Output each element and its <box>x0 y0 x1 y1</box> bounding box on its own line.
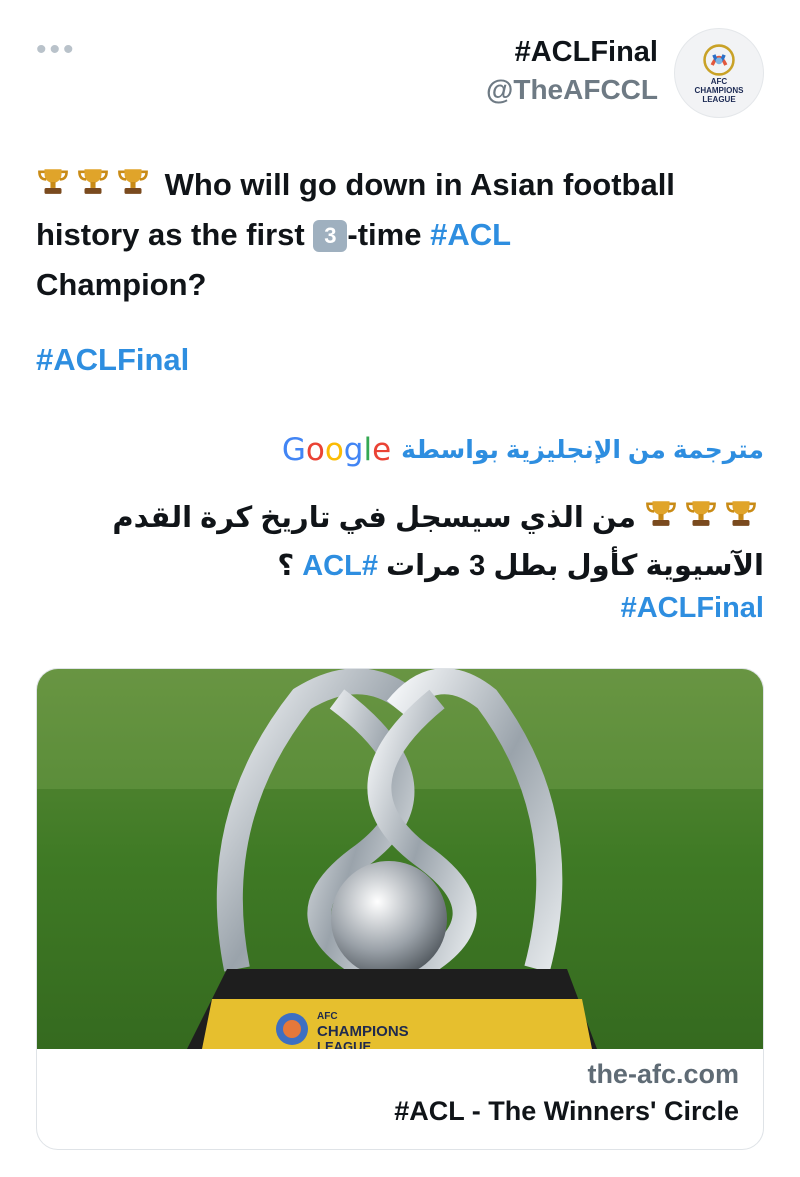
trophy-icon <box>78 169 108 194</box>
trophy-icon <box>118 169 148 194</box>
tweet-header: ••• #ACLFinal @TheAFCCL AFC CHAMPIONS LE… <box>36 28 764 118</box>
translated-hashtag-aclfinal[interactable]: #ACLFinal <box>621 592 764 625</box>
google-logo: Google <box>281 432 392 468</box>
tweet-text-line-3: Champion? <box>36 267 207 302</box>
translated-tweet-body: من الذي سيسجل في تاريخ كرة القدم الآسيوي… <box>80 494 764 590</box>
afc-logo-icon <box>703 43 735 76</box>
translated-line-2: الآسيوية كأول بطل 3 مرات #ACL ؟ <box>277 550 764 582</box>
translated-hashtag-acl[interactable]: #ACL <box>302 550 378 582</box>
translated-line-1: من الذي سيسجل في تاريخ كرة القدم <box>80 494 764 542</box>
link-domain[interactable]: the-afc.com <box>37 1055 739 1093</box>
avatar[interactable]: AFC CHAMPIONS LEAGUE <box>674 28 764 118</box>
trophy-icon <box>726 501 756 526</box>
author-display-name[interactable]: #ACLFinal <box>486 34 658 70</box>
translation-label: مترجمة من الإنجليزية بواسطة <box>401 436 764 464</box>
link-preview-card[interactable]: AFC CHAMPIONS LEAGUE the-afc.com #ACL - … <box>36 668 764 1150</box>
translation-attribution: مترجمة من الإنجليزية بواسطة Google <box>282 432 764 468</box>
link-title[interactable]: #ACL - The Winners' Circle <box>37 1093 739 1129</box>
link-card-footer[interactable]: the-afc.com #ACL - The Winners' Circle <box>37 1055 739 1129</box>
author-handle[interactable]: @TheAFCCL <box>486 72 658 108</box>
tweet-body: Who will go down in Asian football histo… <box>36 160 740 310</box>
hashtag-link-acl[interactable]: #ACL <box>430 217 511 252</box>
more-options-icon[interactable]: ••• <box>36 35 77 65</box>
trophy-icon <box>686 501 716 526</box>
tweet-line-2: history as the first 3 -time #ACL <box>36 210 740 260</box>
hashtag-link-aclfinal[interactable]: #ACLFinal <box>36 342 189 378</box>
svg-text:AFC: AFC <box>317 1011 338 1022</box>
trophy-icon <box>646 501 676 526</box>
avatar-logo-text: AFC CHAMPIONS LEAGUE <box>694 76 744 104</box>
tweet-text-time: -time <box>347 217 422 252</box>
svg-text:CHAMPIONS: CHAMPIONS <box>317 1023 409 1040</box>
tweet-line-1: Who will go down in Asian football <box>36 160 740 210</box>
author-names[interactable]: #ACLFinal @TheAFCCL <box>486 34 658 108</box>
trophy-icon <box>38 169 68 194</box>
svg-text:LEAGUE: LEAGUE <box>317 1039 372 1049</box>
tweet-text-line-2: history as the first <box>36 217 305 252</box>
number-three-badge: 3 <box>313 220 348 252</box>
tweet-text-line-1: Who will go down in Asian football <box>164 167 675 202</box>
translated-text-line-1: من الذي سيسجل في تاريخ كرة القدم <box>112 502 636 534</box>
trophy-photo[interactable]: AFC CHAMPIONS LEAGUE <box>37 669 763 1049</box>
